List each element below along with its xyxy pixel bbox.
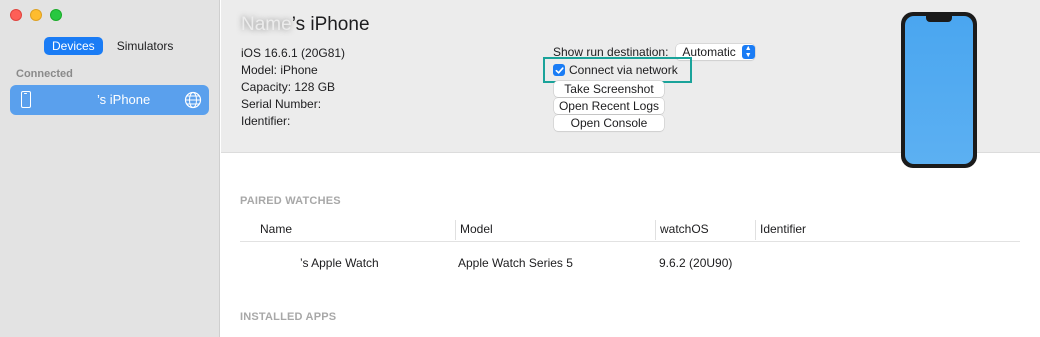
- iphone-screen: [905, 16, 973, 164]
- tab-simulators[interactable]: Simulators: [109, 37, 182, 55]
- device-title: Name’s iPhone: [241, 14, 370, 35]
- iphone-illustration: [901, 12, 977, 168]
- paired-watches-heading: PAIRED WATCHES: [240, 195, 341, 207]
- sidebar-device-name: ’s iPhone: [97, 92, 151, 107]
- device-details-header: Name’s iPhone iOS 16.6.1 (20G81) Model: …: [221, 0, 1040, 168]
- tab-devices[interactable]: Devices: [44, 37, 103, 55]
- watch-model: Apple Watch Series 5: [458, 256, 573, 270]
- open-recent-logs-button[interactable]: Open Recent Logs: [554, 98, 664, 114]
- column-separator: [655, 220, 656, 240]
- watch-name: ’s Apple Watch: [300, 256, 379, 270]
- watch-os-version: 9.6.2 (20U90): [659, 256, 733, 270]
- column-separator: [755, 220, 756, 240]
- select-arrows-icon: ▲ ▼: [741, 45, 755, 59]
- installed-apps-heading: INSTALLED APPS: [240, 311, 337, 323]
- window-controls: [10, 9, 62, 21]
- minimize-window-button[interactable]: [30, 9, 42, 21]
- open-console-button[interactable]: Open Console: [554, 115, 664, 131]
- connect-network-option[interactable]: Connect via network: [553, 63, 678, 77]
- column-name[interactable]: Name: [260, 222, 292, 238]
- paired-watches-table-header: Name Model watchOS Identifier: [240, 220, 1020, 242]
- connect-network-label: Connect via network: [569, 63, 678, 77]
- ios-version: iOS 16.6.1 (20G81): [241, 46, 346, 60]
- sidebar-item-iphone[interactable]: ’s iPhone: [10, 85, 209, 115]
- device-info: iOS 16.6.1 (20G81) Model: iPhone Capacit…: [241, 45, 345, 130]
- column-identifier[interactable]: Identifier: [760, 222, 806, 238]
- connect-network-checkbox[interactable]: [553, 64, 565, 76]
- serial-number: Serial Number:: [241, 97, 322, 111]
- zoom-window-button[interactable]: [50, 9, 62, 21]
- identifier: Identifier:: [241, 114, 291, 128]
- connected-section-label: Connected: [16, 68, 73, 80]
- checkmark-icon: [555, 66, 564, 74]
- take-screenshot-button[interactable]: Take Screenshot: [554, 81, 664, 97]
- table-row[interactable]: ’s Apple Watch Apple Watch Series 5 9.6.…: [240, 255, 1020, 273]
- device-type-segmented-control: Devices Simulators: [44, 37, 181, 55]
- device-model: Model: iPhone: [241, 63, 318, 77]
- iphone-icon: [21, 91, 31, 108]
- network-globe-icon: [184, 91, 202, 109]
- column-separator: [455, 220, 456, 240]
- iphone-notch: [926, 16, 952, 22]
- device-capacity: Capacity: 128 GB: [241, 80, 336, 94]
- column-watchos[interactable]: watchOS: [660, 222, 709, 238]
- column-model[interactable]: Model: [460, 222, 493, 238]
- close-window-button[interactable]: [10, 9, 22, 21]
- sidebar: Devices Simulators Connected ’s iPhone: [0, 0, 220, 337]
